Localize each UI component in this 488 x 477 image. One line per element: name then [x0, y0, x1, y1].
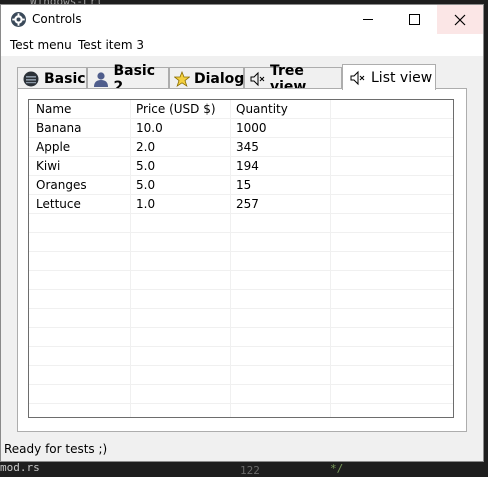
star-icon [174, 70, 190, 88]
cell-name: Oranges [36, 178, 87, 192]
list-item[interactable]: Kiwi 5.0 194 [29, 157, 453, 176]
cell-quantity: 345 [236, 140, 259, 154]
column-header-quantity[interactable]: Quantity [236, 102, 288, 116]
window-title: Controls [32, 12, 82, 26]
empty-row [29, 385, 453, 404]
cell-price: 5.0 [136, 159, 156, 173]
empty-row [29, 252, 453, 271]
empty-row [29, 290, 453, 309]
tab-basic-2[interactable]: Basic 2 [87, 63, 169, 95]
empty-row [29, 328, 453, 347]
status-bar: Ready for tests ;) [0, 440, 482, 456]
empty-row [29, 347, 453, 366]
maximize-icon [408, 14, 420, 25]
close-icon [454, 14, 466, 25]
column-header-price[interactable]: Price (USD $) [136, 102, 216, 116]
tab-basic[interactable]: Basic [17, 67, 87, 89]
speaker-icon [349, 69, 367, 87]
empty-row [29, 214, 453, 233]
tab-label: List view [371, 69, 433, 86]
empty-row [29, 366, 453, 385]
cell-quantity: 257 [236, 197, 259, 211]
minimize-icon [363, 19, 373, 20]
cell-quantity: 194 [236, 159, 259, 173]
cell-name: Kiwi [36, 159, 61, 173]
cell-price: 5.0 [136, 178, 156, 192]
list-view[interactable]: Name Price (USD $) Quantity Banana 10.0 … [28, 99, 454, 418]
status-text: Ready for tests ;) [4, 442, 108, 456]
list-item[interactable]: Banana 10.0 1000 [29, 119, 453, 138]
empty-row [29, 404, 453, 417]
minimize-button[interactable] [345, 5, 391, 34]
list-item[interactable]: Oranges 5.0 15 [29, 176, 453, 195]
menu-bar: Test menu Test item 3 [1, 34, 483, 56]
user-icon [92, 70, 109, 88]
cell-quantity: 1000 [236, 121, 267, 135]
speaker-icon [249, 70, 266, 88]
close-button[interactable] [437, 5, 483, 34]
disk-icon [22, 70, 40, 88]
tab-label: Basic [44, 70, 86, 87]
cell-name: Banana [36, 121, 82, 135]
menu-test-menu[interactable]: Test menu [10, 38, 72, 52]
background-file-label: mod.rs [0, 461, 40, 474]
tab-dialog[interactable]: Dialog [169, 67, 244, 89]
column-header-name[interactable]: Name [36, 102, 71, 116]
cell-name: Lettuce [36, 197, 81, 211]
tab-list-view[interactable]: List view [342, 64, 436, 90]
gear-icon [10, 11, 27, 28]
empty-row [29, 271, 453, 290]
cell-quantity: 15 [236, 178, 252, 192]
tab-label: Dialog [194, 70, 245, 87]
cell-price: 10.0 [136, 121, 163, 135]
empty-row [29, 233, 453, 252]
cell-price: 2.0 [136, 140, 156, 154]
list-item[interactable]: Lettuce 1.0 257 [29, 195, 453, 214]
title-bar[interactable]: Controls [1, 5, 483, 34]
maximize-button[interactable] [391, 5, 437, 34]
menu-test-item-3[interactable]: Test item 3 [78, 38, 144, 52]
tab-tree-view[interactable]: Tree view [244, 63, 342, 95]
list-header: Name Price (USD $) Quantity [29, 100, 453, 119]
cell-price: 1.0 [136, 197, 156, 211]
empty-row [29, 309, 453, 328]
list-item[interactable]: Apple 2.0 345 [29, 138, 453, 157]
background-line-number: 122 [240, 464, 260, 477]
background-comment: */ [330, 462, 344, 475]
cell-name: Apple [36, 140, 71, 154]
